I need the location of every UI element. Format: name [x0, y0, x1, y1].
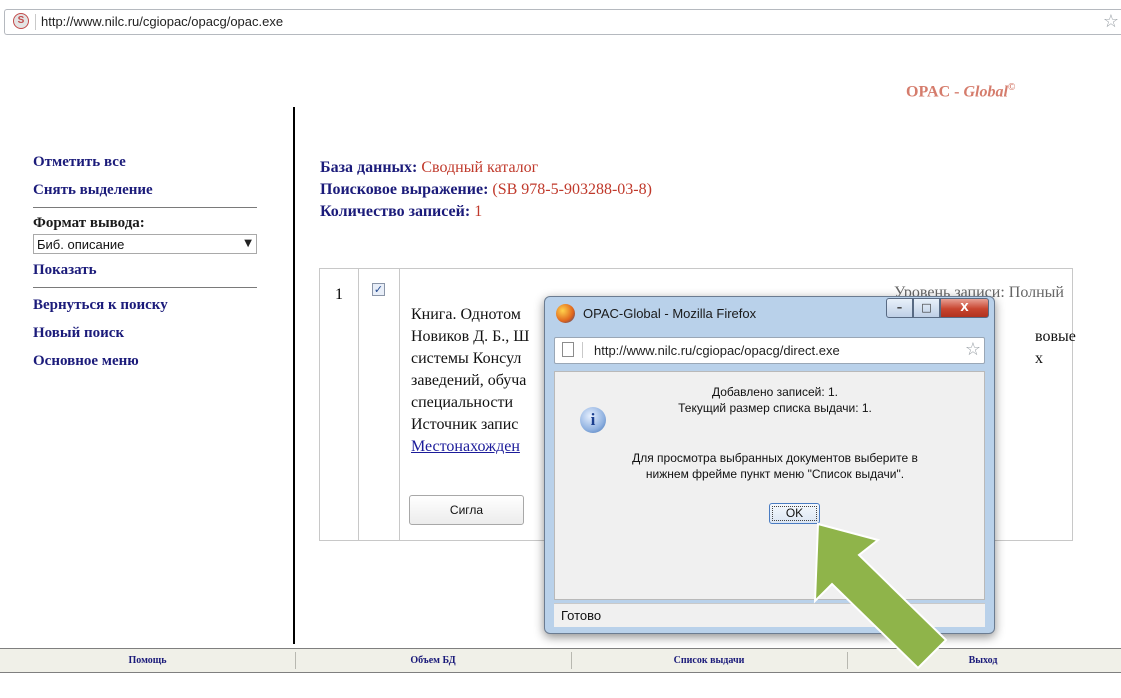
new-search-link[interactable]: Новый поиск [33, 319, 259, 347]
query-line: Поисковое выражение: (SB 978-5-903288-03… [320, 179, 652, 201]
firefox-popup-window: OPAC-Global - Mozilla Firefox – □ X http… [544, 296, 995, 634]
back-to-search-link[interactable]: Вернуться к поиску [33, 291, 259, 319]
output-format-value: Биб. описание [37, 237, 125, 252]
show-link[interactable]: Показать [33, 256, 259, 284]
logo-prefix: OPAC - [906, 83, 964, 101]
select-all-link[interactable]: Отметить все [33, 148, 259, 176]
count-label: Количество записей: [320, 203, 471, 220]
left-navigation: Отметить все Снять выделение Формат выво… [33, 148, 259, 375]
help-link[interactable]: Помощь [0, 652, 296, 669]
database-label: База данных: [320, 159, 418, 176]
message-added-records: Добавлено записей: 1. [711, 385, 839, 399]
nav-divider [33, 287, 257, 288]
maximize-button[interactable]: □ [913, 298, 940, 318]
record-number-cell: 1 [320, 269, 359, 540]
record-line: Книга. Однотом [411, 306, 521, 323]
message-instructions: Для просмотра выбранных документов выбер… [632, 451, 918, 465]
sigla-button[interactable]: Сигла [409, 495, 524, 525]
exit-link[interactable]: Выход [847, 652, 1119, 669]
close-button[interactable]: X [940, 298, 989, 318]
output-format-select[interactable]: Биб. описание ▼ [33, 234, 257, 254]
page-document-icon [562, 342, 574, 357]
firefox-icon [556, 304, 575, 323]
dialog-url-bar[interactable]: http://www.nilc.ru/cgiopac/opacg/direct.… [554, 337, 985, 364]
count-line: Количество записей: 1 [320, 201, 652, 223]
record-description: Книга. Однотом Новиков Д. Б., Ш системы … [411, 304, 529, 458]
message-list-size: Текущий размер списка выдачи: 1. [678, 401, 872, 415]
ok-button[interactable]: OK [769, 503, 820, 524]
record-line: заведений, обуча [411, 372, 527, 389]
frame-divider [293, 107, 295, 644]
main-menu-link[interactable]: Основное меню [33, 347, 259, 375]
browser-url-bar[interactable]: S http://www.nilc.ru/cgiopac/opacg/opac.… [4, 9, 1121, 35]
status-text: Готово [561, 608, 602, 623]
search-info: База данных: Сводный каталог Поисковое в… [320, 157, 652, 223]
record-line: системы Консул [411, 350, 522, 367]
focus-ring [772, 506, 817, 521]
count-value: 1 [470, 203, 483, 220]
record-line: Новиков Д. Б., Ш [411, 328, 530, 345]
deselect-link[interactable]: Снять выделение [33, 176, 259, 204]
record-line-tail: вовые [1035, 328, 1076, 345]
site-icon: S [13, 13, 29, 29]
logo-brand: Global [963, 83, 1008, 101]
dropdown-arrow-icon: ▼ [244, 238, 252, 249]
issue-list-link[interactable]: Список выдачи [571, 652, 848, 669]
record-checkbox-cell: ✓ [358, 269, 400, 540]
bookmark-star-icon[interactable]: ☆ [1103, 12, 1119, 32]
message-instructions-2: нижнем фрейме пункт меню "Список выдачи"… [645, 467, 905, 481]
dialog-status-bar: Готово [554, 603, 985, 627]
record-line-tail: х [1035, 350, 1043, 367]
record-line: специальности [411, 394, 514, 411]
bookmark-star-icon[interactable]: ☆ [965, 339, 981, 361]
opac-global-logo: OPAC - Global© [906, 78, 1015, 102]
info-icon: i [580, 407, 606, 433]
output-format-label: Формат вывода: [33, 215, 145, 231]
url-separator [35, 14, 36, 30]
record-number: 1 [335, 286, 343, 303]
minimize-button[interactable]: – [886, 298, 913, 318]
db-volume-link[interactable]: Объем БД [295, 652, 572, 669]
dialog-url-text[interactable]: http://www.nilc.ru/cgiopac/opacg/direct.… [594, 343, 840, 359]
database-line: База данных: Сводный каталог [320, 157, 652, 179]
nav-divider [33, 207, 257, 208]
url-separator [582, 342, 583, 358]
record-checkbox[interactable]: ✓ [372, 283, 385, 296]
query-value: (SB 978-5-903288-03-8) [488, 181, 652, 198]
location-link[interactable]: Местонахожден [411, 438, 520, 455]
query-label: Поисковое выражение: [320, 181, 489, 198]
database-value: Сводный каталог [417, 159, 539, 176]
logo-copyright-mark: © [1007, 82, 1016, 93]
url-text[interactable]: http://www.nilc.ru/cgiopac/opacg/opac.ex… [41, 14, 283, 30]
bottom-frame-menu: Помощь Объем БД Список выдачи Выход [0, 648, 1121, 673]
dialog-title: OPAC-Global - Mozilla Firefox [583, 306, 757, 321]
dialog-message-area: i Добавлено записей: 1. Текущий размер с… [554, 371, 985, 600]
record-line: Источник запис [411, 416, 519, 433]
